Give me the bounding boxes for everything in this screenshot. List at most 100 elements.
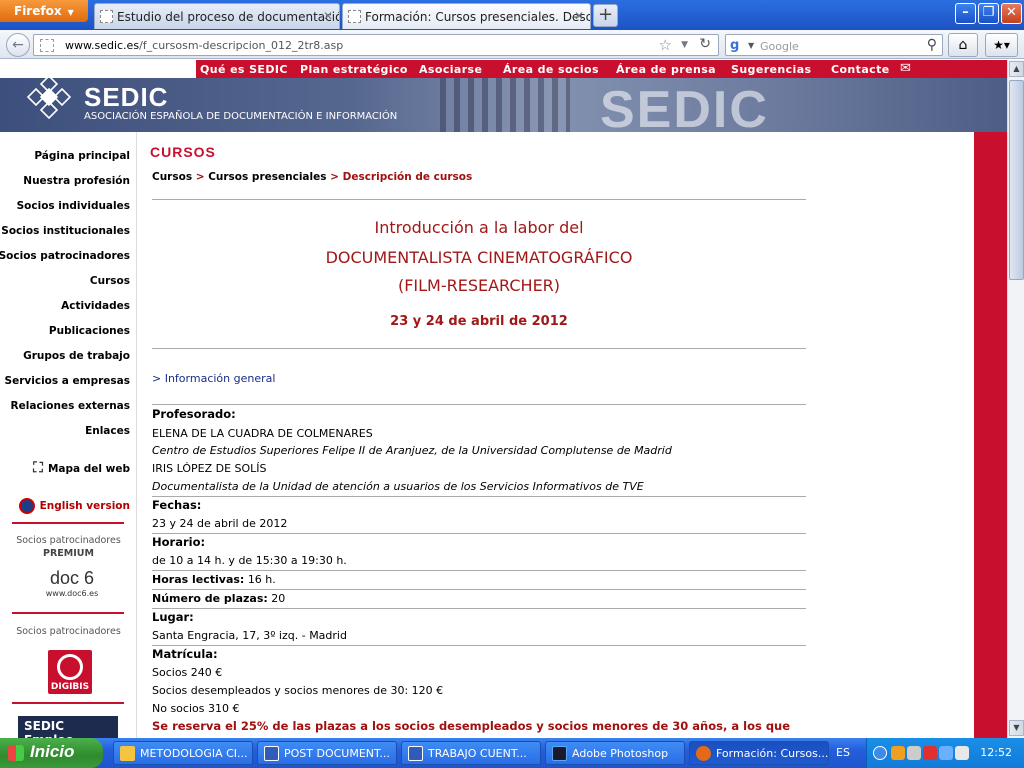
divider [152,348,806,349]
sidebar-item-grupos-de-trabajo[interactable]: Grupos de trabajo [23,350,130,362]
lugar-value: Santa Engracia, 17, 3º izq. - Madrid [152,629,347,642]
envelope-icon[interactable]: ✉ [900,61,911,76]
google-icon[interactable]: g [730,38,739,53]
scroll-down-arrow-icon[interactable]: ▼ [1009,720,1024,736]
reload-icon[interactable]: ↻ [699,36,711,52]
nav-area-de-socios[interactable]: Área de socios [503,63,599,76]
breadcrumb-cursos[interactable]: Cursos [152,171,192,183]
url-bar[interactable]: www.sedic.es/f_cursosm-descripcion_012_2… [33,34,719,56]
divider [152,608,806,609]
plazas-label: Número de plazas: [152,592,268,605]
tray-arrow-icon[interactable] [873,746,887,760]
informacion-general-link[interactable]: > Información general [152,372,275,385]
taskbar-item-label: Formación: Cursos... [716,747,829,760]
sidebar-item-socios-institucionales[interactable]: Socios institucionales [1,225,130,237]
nav-contacte[interactable]: Contacte [831,63,890,76]
breadcrumb-cursos-presenciales[interactable]: Cursos presenciales [208,171,326,183]
site-identity-icon[interactable] [40,39,54,52]
security-icon[interactable] [923,746,937,760]
sponsors-caption: Socios patrocinadores [16,626,121,637]
sidebar-item-nuestra-profesion[interactable]: Nuestra profesión [23,175,130,187]
sitemap-link[interactable]: ⛶ Mapa del web [33,460,130,476]
scroll-thumb[interactable] [1009,80,1024,280]
new-tab-button[interactable]: + [593,4,618,27]
close-window-button[interactable]: ✕ [1001,3,1022,24]
page-icon [348,10,361,23]
sidebar-item-servicios-a-empresas[interactable]: Servicios a empresas [5,375,130,387]
nav-sugerencias[interactable]: Sugerencias [731,63,811,76]
nav-que-es-sedic[interactable]: Qué es SEDIC [200,63,288,76]
doc6-logo[interactable]: doc 6 www.doc6.es [42,568,102,598]
course-title-line2: DOCUMENTALISTA CINEMATOGRÁFICO [325,248,633,267]
close-tab-icon[interactable]: ✕ [574,9,584,23]
tab-title: Estudio del proceso de documentación en.… [117,10,339,24]
sidebar-item-enlaces[interactable]: Enlaces [85,425,130,437]
scroll-up-arrow-icon[interactable]: ▲ [1009,61,1024,77]
taskbar-item-photoshop[interactable]: Adobe Photoshop [545,741,685,765]
taskbar-item-firefox[interactable]: Formación: Cursos... [689,741,829,765]
close-tab-icon[interactable]: ✕ [323,9,333,23]
back-button[interactable]: ← [6,33,30,57]
search-engine-dropdown-icon[interactable]: ▼ [748,41,754,50]
tray-icon[interactable] [939,746,953,760]
uk-flag-icon [18,498,35,514]
sidebar-item-publicaciones[interactable]: Publicaciones [49,325,130,337]
english-version-label: English version [39,500,130,512]
firefox-menu-button[interactable]: Firefox ▼ [0,0,88,22]
fechas-value: 23 y 24 de abril de 2012 [152,517,288,530]
search-bar[interactable]: g ▼ Google ⚲ [725,34,943,56]
url-path: /f_cursosm-descripcion_012_2tr8.asp [139,39,344,52]
minimize-button[interactable]: – [955,3,976,24]
horario-value: de 10 a 14 h. y de 15:30 a 19:30 h. [152,554,347,567]
logo-wordmark[interactable]: SEDIC [84,82,168,113]
breadcrumb: Cursos > Cursos presenciales > Descripci… [152,171,472,183]
sedic-empleo-banner[interactable]: SEDIC Empleo [18,716,118,738]
home-button[interactable]: ⌂ [948,33,978,57]
sidebar-item-actividades[interactable]: Actividades [61,300,130,312]
sitemap-icon: ⛶ [33,460,43,476]
digibis-circle-icon [57,654,83,680]
system-tray: 12:52 [866,738,1024,768]
nav-plan-estrategico[interactable]: Plan estratégico [300,63,408,76]
horas-lectivas-value: 16 h. [247,573,276,586]
start-button[interactable]: Inicio [0,738,103,768]
network-icon[interactable] [907,746,921,760]
search-icon[interactable]: ⚲ [927,37,937,53]
tab-formacion[interactable]: Formación: Cursos presenciales. Descripc… [342,3,591,29]
bookmark-star-icon[interactable]: ☆ [659,36,672,54]
nav-asociarse[interactable]: Asociarse [419,63,482,76]
english-version-link[interactable]: English version [18,498,130,514]
taskbar-item-metodologia[interactable]: METODOLOGIA CI... [113,741,253,765]
bookmarks-menu-button[interactable]: ★▾ [985,33,1018,57]
profesor-2-name: IRIS LÓPEZ DE SOLÍS [152,462,267,475]
tab-estudio[interactable]: Estudio del proceso de documentación en.… [94,3,340,29]
vertical-scrollbar[interactable]: ▲ ▼ [1007,60,1024,738]
restore-button[interactable]: ❐ [978,3,999,24]
breadcrumb-separator: > [330,171,343,183]
url-text[interactable]: www.sedic.es/f_cursosm-descripcion_012_2… [65,39,343,52]
sidebar-item-socios-individuales[interactable]: Socios individuales [17,200,130,212]
divider [152,496,806,497]
word-icon [264,746,279,761]
firefox-icon [696,746,711,761]
reserve-note: Se reserva el 25% de las plazas a los so… [152,719,791,733]
nav-area-de-prensa[interactable]: Área de prensa [616,63,716,76]
digibis-logo[interactable]: DIGIBIS [48,650,92,694]
doc6-logo-text: doc 6 [49,568,95,588]
language-indicator[interactable]: ES [836,746,850,759]
sidebar-item-relaciones-externas[interactable]: Relaciones externas [11,400,130,412]
volume-icon[interactable] [955,746,969,760]
url-dropdown-icon[interactable]: ▼ [681,40,688,50]
doc6-url: www.doc6.es [45,589,99,598]
sidebar-item-socios-patrocinadores[interactable]: Socios patrocinadores [0,250,130,262]
sedic-logo-icon[interactable] [24,78,74,122]
taskbar-item-trabajo[interactable]: TRABAJO CUENT... [401,741,541,765]
sidebar-item-cursos[interactable]: Cursos [90,275,130,287]
banner-watermark: SEDIC [600,81,769,132]
tray-app-icon[interactable] [891,746,905,760]
matricula-desempleados: Socios desempleados y socios menores de … [152,684,444,697]
taskbar-item-post-document[interactable]: POST DOCUMENT... [257,741,397,765]
divider [152,199,806,200]
sidebar-item-pagina-principal[interactable]: Página principal [34,150,130,162]
firefox-menu-label: Firefox [14,4,62,18]
